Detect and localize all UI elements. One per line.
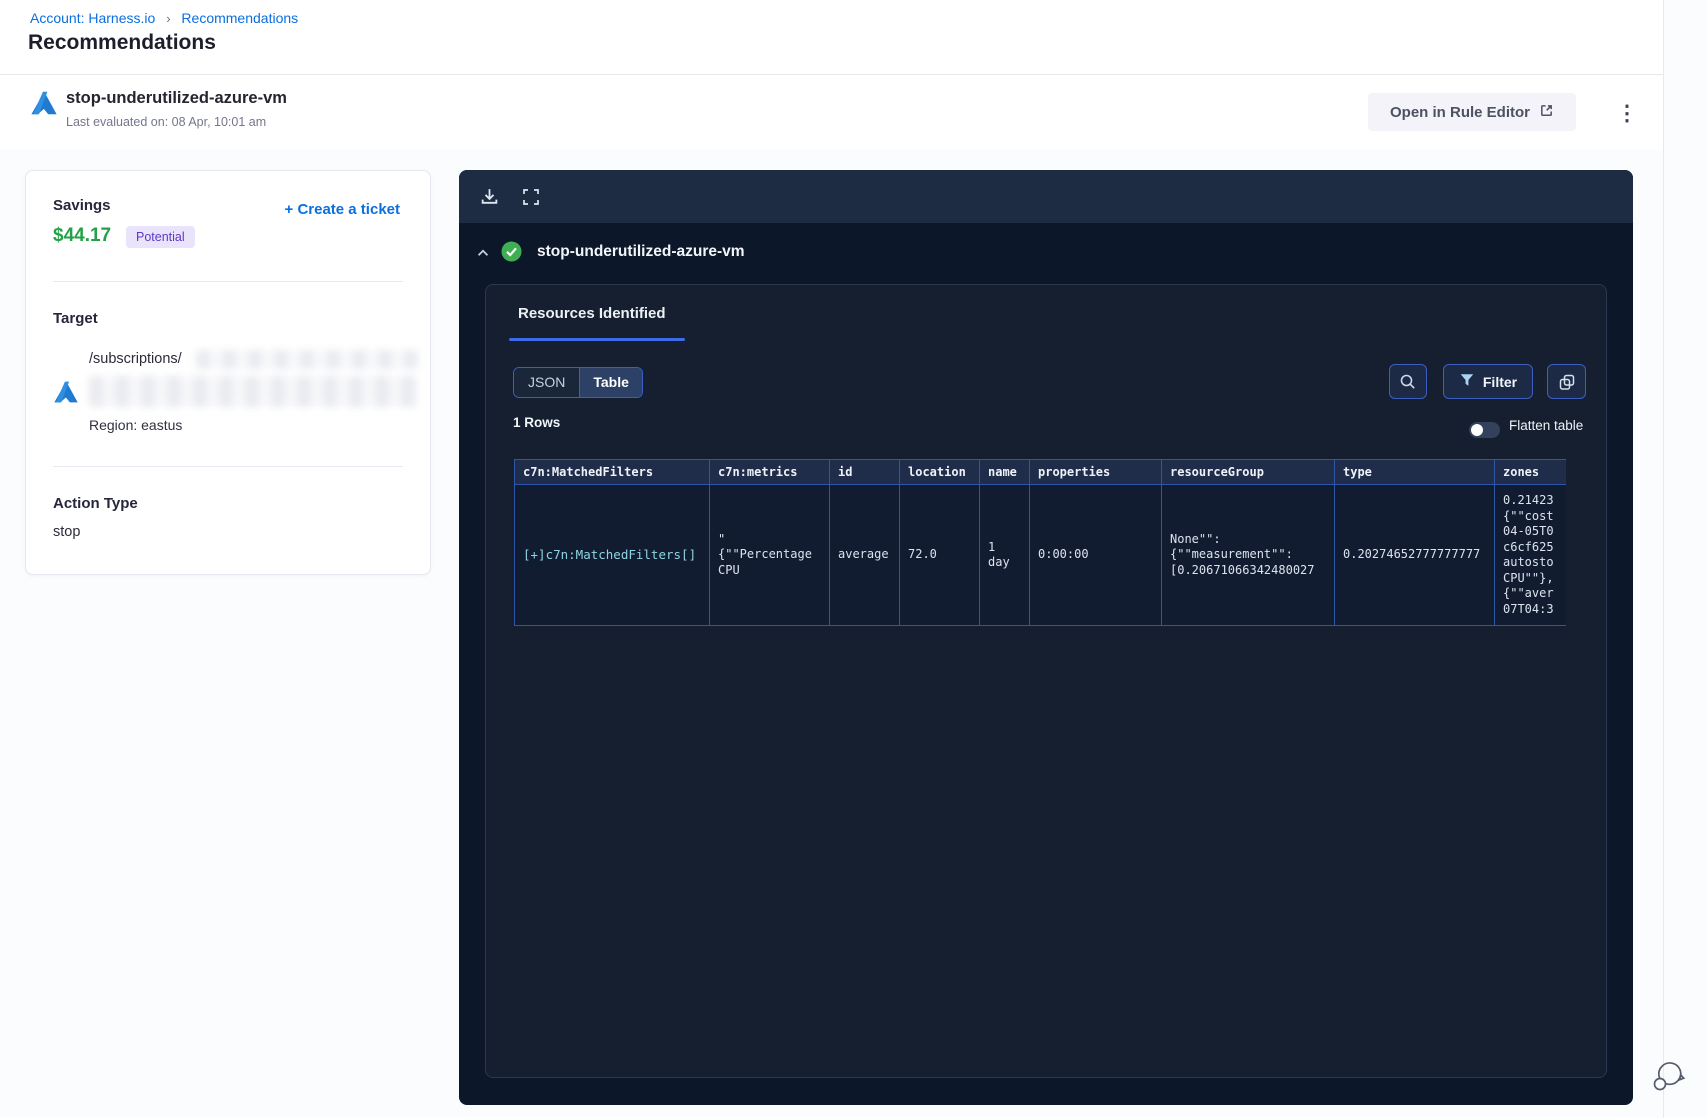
main-content: Savings + Create a ticket $44.17 Potenti… (0, 150, 1663, 1118)
azure-icon (30, 90, 58, 121)
col-header-type: type (1334, 459, 1495, 485)
download-icon[interactable] (473, 180, 506, 213)
cell-properties: 0:00:00 (1029, 484, 1162, 626)
recommendation-header: stop-underutilized-azure-vm Last evaluat… (0, 76, 1663, 150)
action-type-value: stop (53, 524, 81, 540)
rows-count: 1 Rows (513, 415, 561, 430)
resources-identified-card: Resources Identified JSON Table Filter 1… (485, 284, 1607, 1078)
open-rule-editor-label: Open in Rule Editor (1389, 103, 1530, 121)
tab-resources-identified[interactable]: Resources Identified (518, 305, 666, 322)
top-bar: Account: Harness.io › Recommendations Re… (0, 0, 1663, 75)
azure-target-icon (53, 380, 79, 409)
filter-button[interactable]: Filter (1443, 364, 1533, 399)
recommendation-name: stop-underutilized-azure-vm (66, 89, 287, 107)
create-ticket-link[interactable]: + Create a ticket (285, 201, 400, 218)
external-link-icon (1539, 103, 1554, 122)
collapse-chevron-up-icon[interactable] (469, 239, 497, 267)
viewer-rule-name: stop-underutilized-azure-vm (537, 243, 745, 260)
cell-resource-group: None"": {""measurement"": [0.20671066342… (1161, 484, 1335, 626)
divider (53, 281, 403, 282)
fullscreen-icon[interactable] (514, 180, 547, 213)
cell-zones: 0.21423 {""cost 04-05T0 c6cf625 autosto … (1494, 484, 1566, 626)
col-header-id: id (829, 459, 900, 485)
savings-label: Savings (53, 197, 111, 214)
redacted-resource-path (89, 376, 418, 407)
copy-icon[interactable] (1547, 364, 1586, 399)
resources-table: c7n:MatchedFilters c7n:metrics id locati… (514, 459, 1566, 626)
toggle-table-option[interactable]: Table (580, 368, 642, 397)
filter-funnel-icon (1459, 372, 1475, 391)
cell-location: 72.0 (899, 484, 980, 626)
table-header-row: c7n:MatchedFilters c7n:metrics id locati… (514, 459, 1566, 485)
recommendation-details-card: Savings + Create a ticket $44.17 Potenti… (25, 170, 431, 575)
resources-table-wrap: c7n:MatchedFilters c7n:metrics id locati… (514, 459, 1566, 626)
col-header-properties: properties (1029, 459, 1162, 485)
toggle-json-option[interactable]: JSON (514, 368, 581, 397)
flatten-table-toggle[interactable] (1469, 422, 1500, 438)
breadcrumb-recommendations-link[interactable]: Recommendations (181, 10, 298, 26)
redacted-subscription-id (196, 350, 418, 369)
json-table-toggle: JSON Table (513, 367, 643, 398)
divider (53, 466, 403, 467)
cell-name: 1 day (979, 484, 1030, 626)
breadcrumb: Account: Harness.io › Recommendations (30, 10, 298, 26)
filter-label: Filter (1482, 373, 1518, 390)
col-header-zones: zones (1494, 459, 1566, 485)
savings-potential-badge: Potential (126, 226, 195, 248)
savings-amount: $44.17 (53, 225, 112, 246)
col-header-resource-group: resourceGroup (1161, 459, 1335, 485)
cell-metrics: " {""Percentage CPU (709, 484, 830, 626)
col-header-name: name (979, 459, 1030, 485)
flatten-table-label: Flatten table (1509, 418, 1584, 433)
help-chat-icon[interactable] (1648, 1056, 1690, 1098)
breadcrumb-separator: › (166, 11, 171, 26)
open-rule-editor-button[interactable]: Open in Rule Editor (1368, 93, 1576, 131)
action-type-label: Action Type (53, 495, 138, 512)
recommendation-last-evaluated: Last evaluated on: 08 Apr, 10:01 am (66, 115, 267, 129)
active-tab-underline (509, 338, 685, 341)
page-title: Recommendations (28, 31, 216, 54)
breadcrumb-account-link[interactable]: Account: Harness.io (30, 10, 155, 26)
table-row: [+]c7n:MatchedFilters[] " {""Percentage … (514, 484, 1566, 626)
cell-id: average (829, 484, 900, 626)
col-header-location: location (899, 459, 980, 485)
resources-viewer-panel: stop-underutilized-azure-vm Resources Id… (459, 170, 1633, 1105)
target-region: Region: eastus (89, 417, 183, 433)
viewer-toolbar (459, 170, 1633, 223)
cell-matched-filters-expand-link[interactable]: [+]c7n:MatchedFilters[] (514, 484, 710, 626)
more-options-kebab-icon[interactable]: ⋮ (1612, 98, 1642, 128)
toggle-knob (1471, 424, 1483, 436)
right-rail (1663, 0, 1706, 1118)
cell-type: 0.20274652777777777 (1334, 484, 1495, 626)
success-check-icon (501, 241, 522, 267)
search-icon[interactable] (1389, 364, 1427, 399)
target-path: /subscriptions/ (89, 351, 182, 367)
col-header-matched-filters: c7n:MatchedFilters (514, 459, 710, 485)
target-label: Target (53, 310, 98, 327)
col-header-metrics: c7n:metrics (709, 459, 830, 485)
